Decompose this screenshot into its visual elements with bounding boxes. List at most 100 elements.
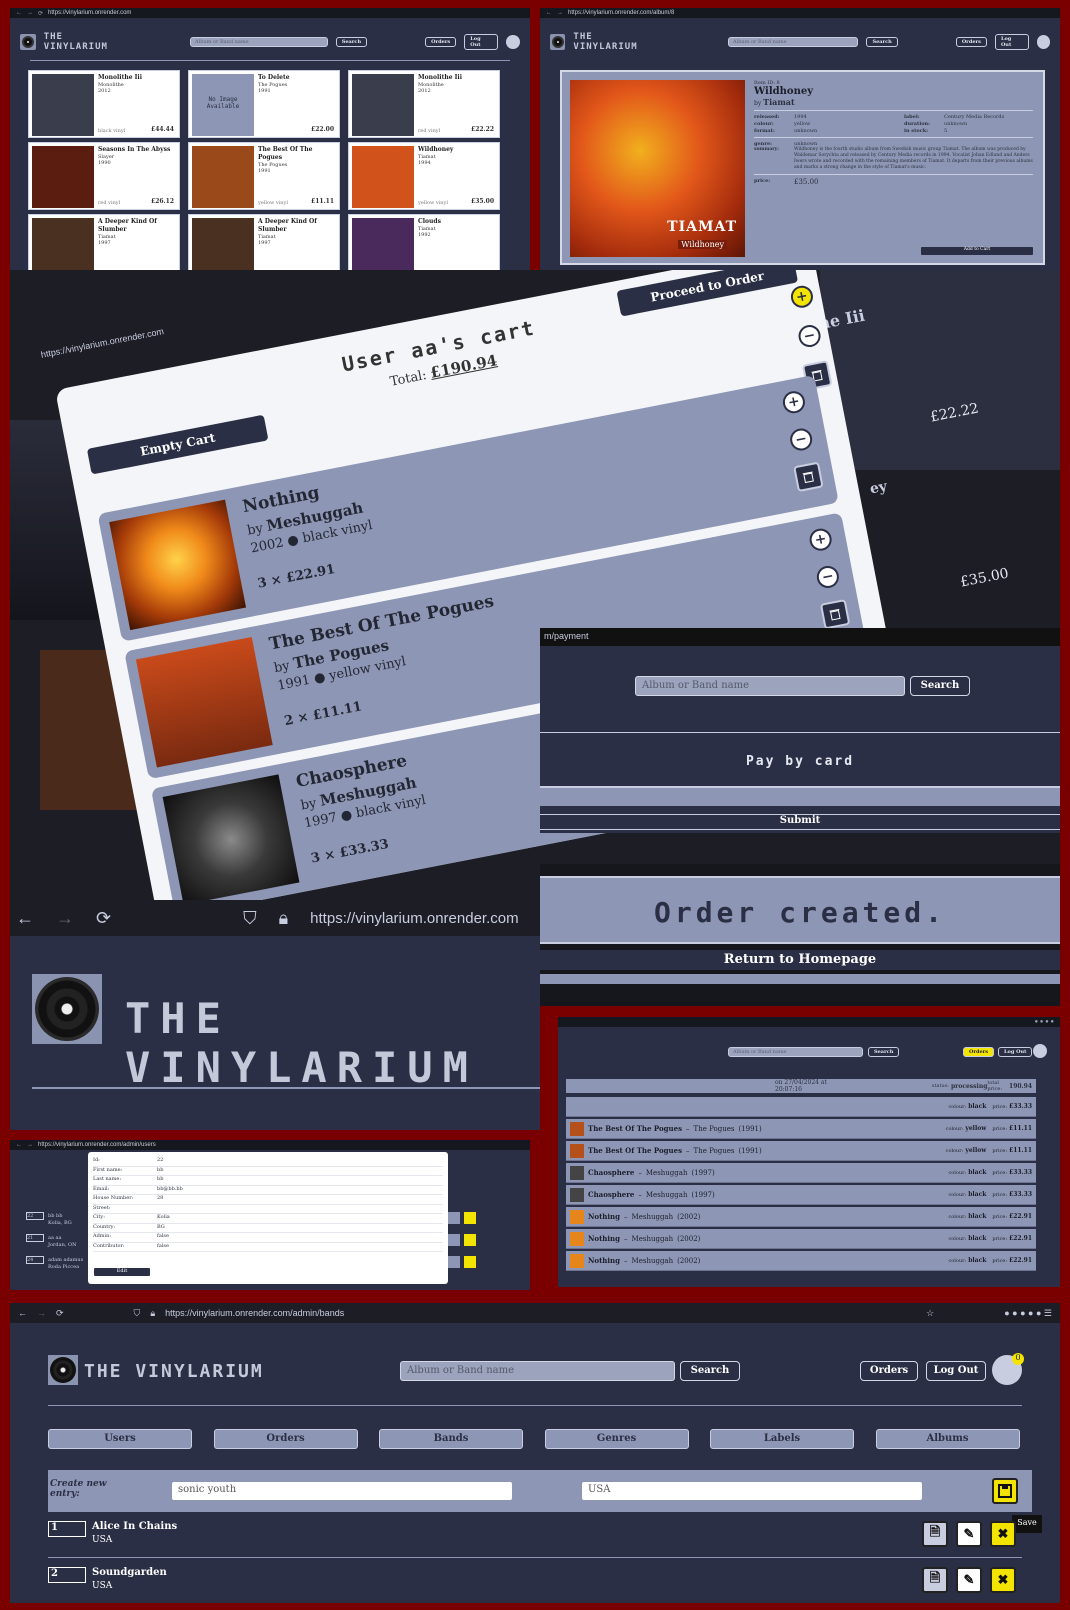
edit-button[interactable]: Edit: [94, 1268, 150, 1276]
search-input[interactable]: Album or Band name: [728, 1047, 863, 1057]
return-home-button[interactable]: Return to Homepage: [540, 950, 1060, 970]
orders-button[interactable]: Orders: [955, 37, 987, 47]
star-icon[interactable]: ☆: [926, 1308, 934, 1319]
album-card[interactable]: A Deeper Kind Of Slumber Tiamat 1997: [28, 214, 180, 270]
logout-button[interactable]: Log Out: [926, 1361, 986, 1381]
album-card[interactable]: No Image Available To Delete The Pogues 199…: [188, 70, 340, 138]
search-button[interactable]: Search: [868, 1047, 900, 1057]
cart-item-cover[interactable]: [109, 499, 247, 631]
edit-icon[interactable]: [448, 1212, 460, 1224]
search-button[interactable]: Search: [335, 37, 368, 47]
cart-icon[interactable]: [506, 35, 520, 49]
album-card[interactable]: Monolithe Iii Monolithe 2012 red vinyl £22.2…: [348, 70, 500, 138]
trash-icon[interactable]: [819, 599, 851, 630]
album-card[interactable]: Seasons In The Abyss Slayer 1990 red vinyl £…: [28, 142, 180, 210]
save-icon[interactable]: [992, 1478, 1018, 1504]
search-input[interactable]: Album or Band name: [728, 37, 859, 47]
tab-orders[interactable]: Orders: [213, 1429, 358, 1449]
search-input[interactable]: Album or Band name: [635, 676, 905, 696]
search-input[interactable]: Album or Band name: [190, 37, 328, 47]
edit-icon[interactable]: ✎: [956, 1521, 982, 1547]
cart-icon[interactable]: [1036, 35, 1051, 49]
url-text[interactable]: https://vinylarium.onrender.com/admin/us…: [38, 1142, 156, 1148]
back-icon[interactable]: ←: [16, 908, 34, 929]
album-cover[interactable]: [32, 74, 94, 136]
album-cover[interactable]: [352, 74, 414, 136]
search-input[interactable]: Album or Band name: [400, 1361, 675, 1381]
edit-icon[interactable]: ✎: [956, 1567, 982, 1593]
album-cover[interactable]: [352, 146, 414, 208]
reload-icon[interactable]: ⟳: [38, 10, 43, 17]
album-card[interactable]: Monolithe Iii Monolithe 2012 black vinyl £44…: [28, 70, 180, 138]
album-card[interactable]: Clouds Tiamat 1992: [348, 214, 500, 270]
increase-icon[interactable]: +: [781, 389, 807, 416]
forward-icon[interactable]: →: [37, 1308, 46, 1318]
album-card[interactable]: A Deeper Kind Of Slumber Tiamat 1997: [188, 214, 340, 270]
orders-button[interactable]: Orders: [963, 1047, 995, 1057]
decrease-icon[interactable]: −: [814, 564, 841, 590]
search-button[interactable]: Search: [680, 1361, 740, 1381]
album-card[interactable]: The Best Of The Pogues The Pogues 1991 yell…: [188, 142, 340, 210]
forward-icon[interactable]: →: [56, 908, 74, 929]
delete-icon[interactable]: [464, 1256, 476, 1268]
delete-icon[interactable]: [464, 1212, 476, 1224]
album-cover[interactable]: [192, 146, 254, 208]
view-icon[interactable]: 🗎: [922, 1521, 948, 1547]
back-icon[interactable]: ←: [546, 10, 552, 16]
remove-icon[interactable]: −: [796, 323, 823, 349]
forward-icon[interactable]: →: [557, 10, 563, 16]
logout-button[interactable]: Log Out: [994, 34, 1029, 50]
tab-labels[interactable]: Labels: [710, 1429, 854, 1449]
forward-icon[interactable]: →: [27, 1142, 33, 1148]
album-card[interactable]: Wildhoney Tiamat 1994 yellow vinyl £35.00: [348, 142, 500, 210]
vinyl-logo-icon[interactable]: [550, 34, 566, 50]
increase-icon[interactable]: +: [807, 526, 834, 553]
back-icon[interactable]: ←: [18, 1308, 27, 1318]
vinyl-logo-icon[interactable]: [48, 1355, 78, 1385]
tab-bands[interactable]: Bands: [379, 1429, 523, 1449]
delete-icon[interactable]: ✖: [990, 1521, 1016, 1547]
logout-button[interactable]: Log Out: [464, 34, 499, 50]
tab-genres[interactable]: Genres: [544, 1429, 689, 1449]
trash-icon[interactable]: [793, 461, 824, 493]
edit-icon[interactable]: [448, 1234, 460, 1246]
album-cover[interactable]: No Image Available: [192, 74, 254, 136]
create-country-input[interactable]: USA: [582, 1482, 922, 1500]
create-band-name-input[interactable]: sonic youth: [172, 1482, 512, 1500]
add-to-cart-button[interactable]: Add to Cart: [921, 247, 1033, 255]
url-text[interactable]: https://vinylarium.onrender.com/admin/ba…: [165, 1308, 344, 1318]
view-icon[interactable]: 🗎: [922, 1567, 948, 1593]
logout-button[interactable]: Log Out: [998, 1047, 1033, 1057]
orders-button[interactable]: Orders: [425, 37, 457, 47]
album-cover[interactable]: [32, 218, 94, 270]
card-field[interactable]: [540, 786, 1060, 806]
search-button[interactable]: Search: [866, 37, 898, 47]
orders-button[interactable]: Orders: [860, 1361, 918, 1381]
url-text[interactable]: https://vinylarium.onrender.com: [310, 910, 518, 927]
submit-button[interactable]: Submit: [540, 814, 1060, 830]
album-cover[interactable]: [32, 146, 94, 208]
cart-icon[interactable]: [1033, 1044, 1047, 1058]
edit-icon[interactable]: [448, 1256, 460, 1268]
vinyl-logo-icon[interactable]: [32, 974, 102, 1044]
delete-icon[interactable]: ✖: [990, 1567, 1016, 1593]
album-cover[interactable]: [192, 218, 254, 270]
search-button[interactable]: Search: [910, 676, 970, 696]
reload-icon[interactable]: ⟳: [96, 908, 111, 929]
back-icon[interactable]: ←: [16, 10, 22, 16]
tab-albums[interactable]: Albums: [875, 1429, 1020, 1449]
delete-icon[interactable]: [464, 1234, 476, 1246]
url-text[interactable]: https://vinylarium.onrender.com: [48, 10, 131, 16]
tab-users[interactable]: Users: [48, 1429, 192, 1449]
reload-icon[interactable]: ⟳: [56, 1308, 64, 1319]
vinyl-logo-icon[interactable]: [20, 34, 36, 50]
decrease-icon[interactable]: −: [788, 426, 815, 453]
url-text[interactable]: m/payment: [540, 628, 1060, 646]
cart-item-cover[interactable]: [135, 636, 273, 768]
url-text[interactable]: https://vinylarium.onrender.com/album/8: [568, 10, 674, 16]
back-icon[interactable]: ←: [16, 1142, 22, 1148]
url-text[interactable]: https://vinylarium.onrender.com: [40, 326, 165, 360]
album-cover[interactable]: [352, 218, 414, 270]
cart-item-cover[interactable]: [162, 774, 300, 905]
forward-icon[interactable]: →: [27, 10, 33, 16]
